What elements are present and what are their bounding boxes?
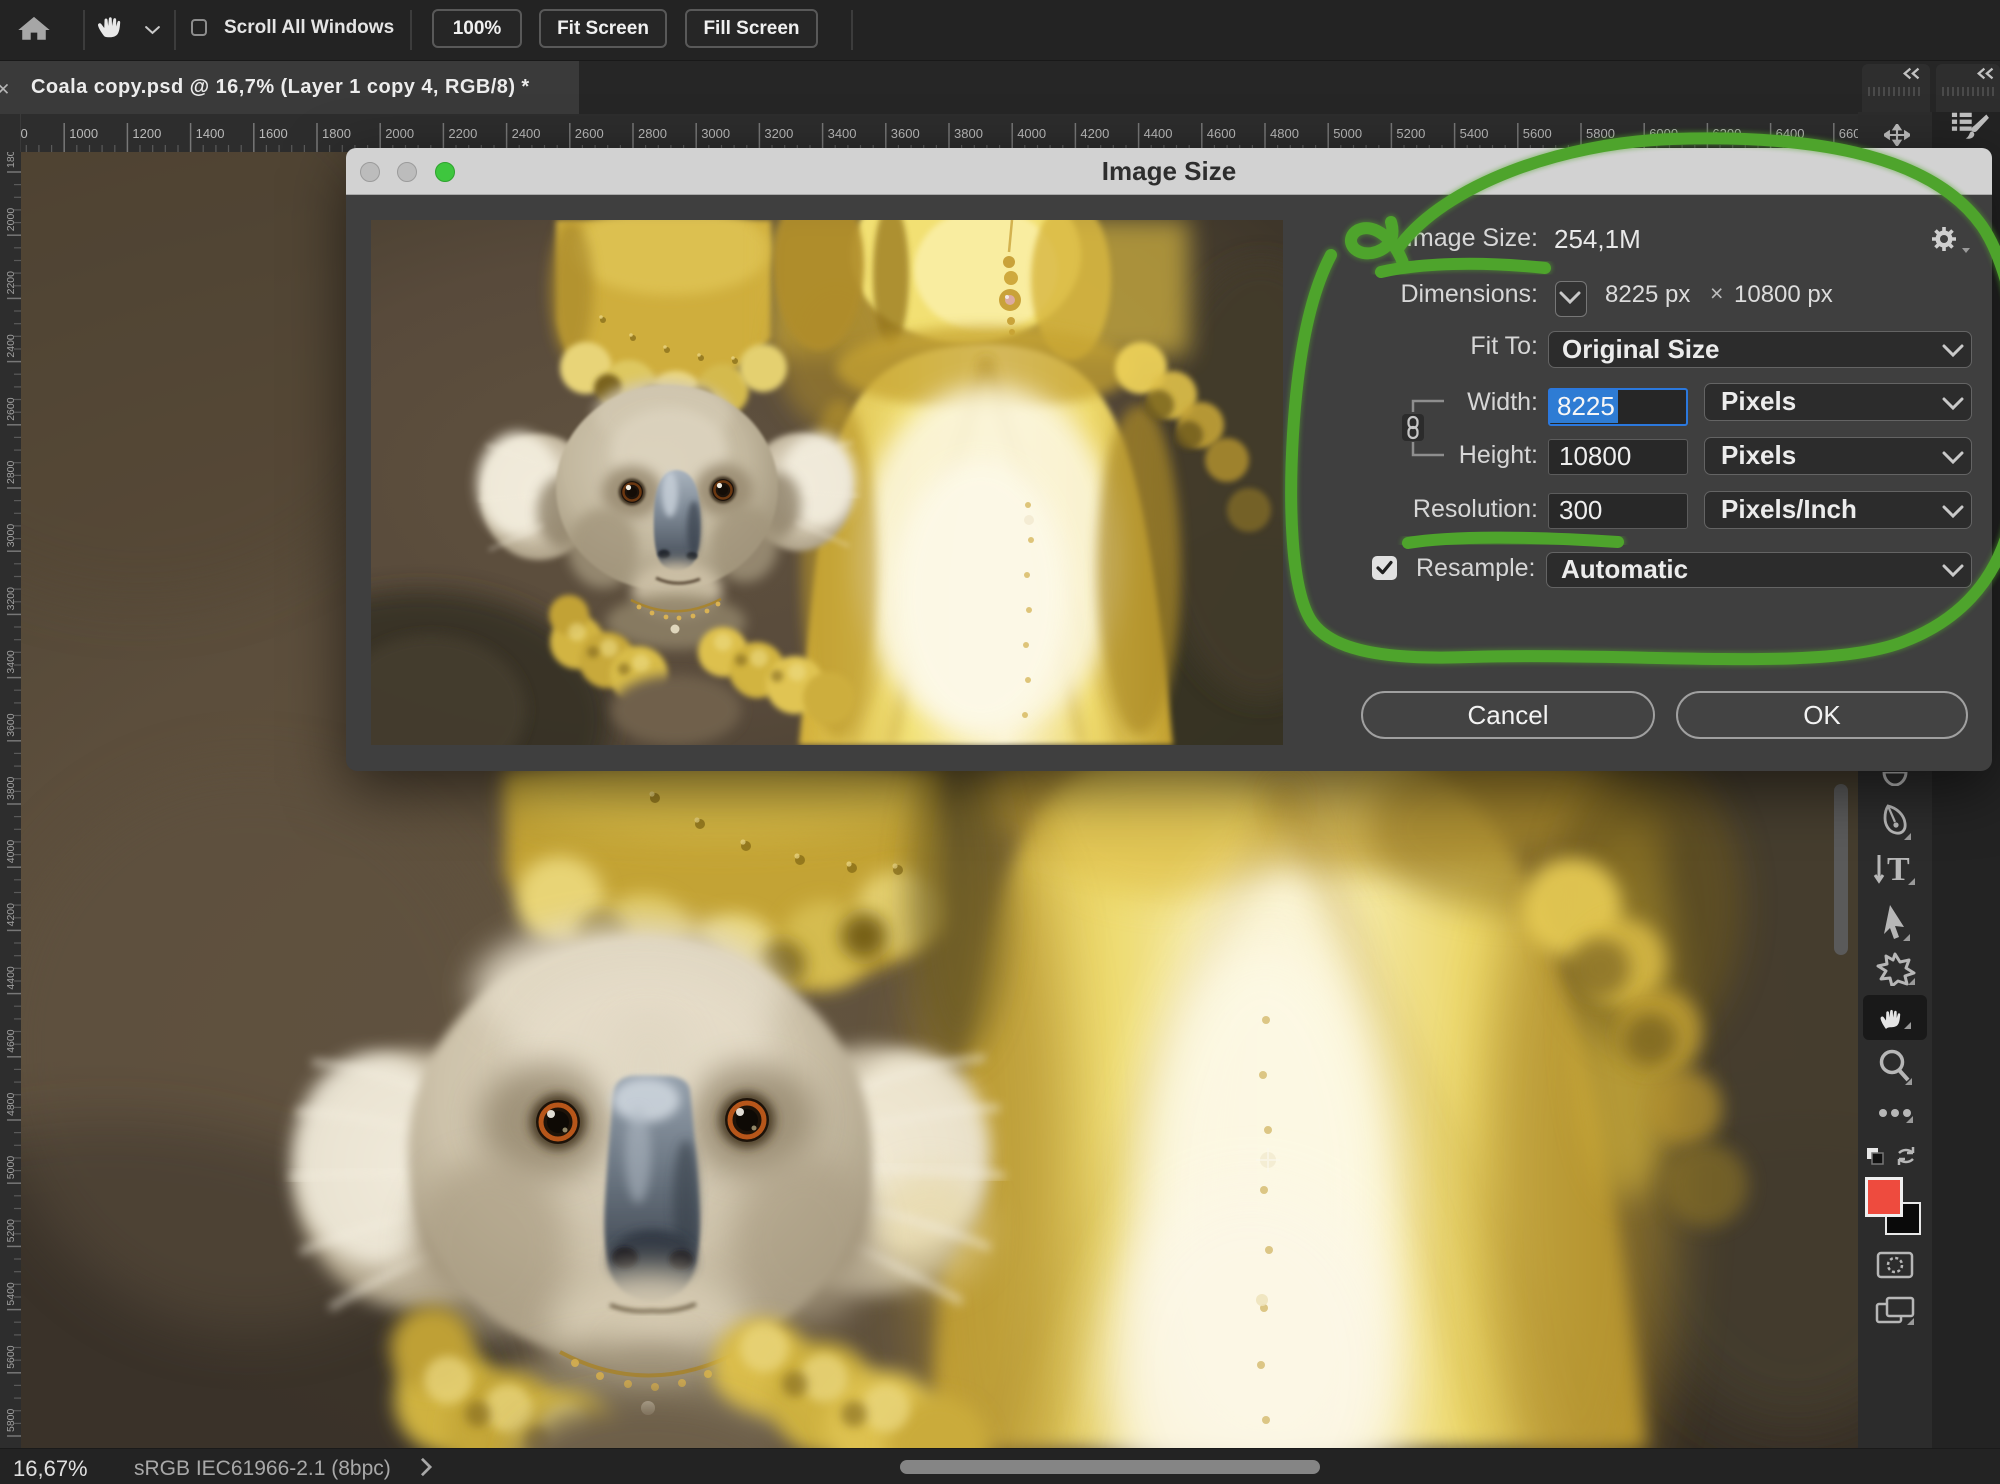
svg-text:4000: 4000 bbox=[5, 840, 17, 864]
svg-text:2000: 2000 bbox=[5, 208, 17, 232]
svg-text:4400: 4400 bbox=[5, 966, 17, 990]
svg-text:1600: 1600 bbox=[259, 126, 288, 141]
svg-text:4000: 4000 bbox=[1017, 126, 1046, 141]
svg-text:3800: 3800 bbox=[5, 776, 17, 800]
svg-text:4200: 4200 bbox=[1080, 126, 1109, 141]
svg-text:2600: 2600 bbox=[5, 397, 17, 421]
svg-text:5200: 5200 bbox=[1396, 126, 1425, 141]
svg-text:1800: 1800 bbox=[5, 152, 17, 168]
svg-text:2200: 2200 bbox=[448, 126, 477, 141]
svg-text:3200: 3200 bbox=[5, 587, 17, 611]
svg-text:3400: 3400 bbox=[5, 650, 17, 674]
svg-text:2800: 2800 bbox=[638, 126, 667, 141]
svg-text:3200: 3200 bbox=[764, 126, 793, 141]
svg-text:2800: 2800 bbox=[5, 460, 17, 484]
svg-text:6200: 6200 bbox=[1712, 126, 1741, 141]
svg-text:3600: 3600 bbox=[5, 713, 17, 737]
svg-text:1200: 1200 bbox=[132, 126, 161, 141]
svg-text:2400: 2400 bbox=[512, 126, 541, 141]
svg-text:4800: 4800 bbox=[1270, 126, 1299, 141]
svg-text:6400: 6400 bbox=[1776, 126, 1805, 141]
svg-text:5000: 5000 bbox=[5, 1156, 17, 1180]
svg-text:5800: 5800 bbox=[5, 1408, 17, 1432]
svg-text:1000: 1000 bbox=[69, 126, 98, 141]
svg-text:3400: 3400 bbox=[828, 126, 857, 141]
svg-text:5000: 5000 bbox=[1333, 126, 1362, 141]
svg-text:3000: 3000 bbox=[701, 126, 730, 141]
svg-text:4800: 4800 bbox=[5, 1092, 17, 1116]
svg-text:T: T bbox=[1887, 851, 1910, 887]
svg-text:2600: 2600 bbox=[575, 126, 604, 141]
svg-text:5400: 5400 bbox=[1460, 126, 1489, 141]
svg-text:2200: 2200 bbox=[5, 271, 17, 295]
svg-text:1400: 1400 bbox=[196, 126, 225, 141]
svg-text:4400: 4400 bbox=[1144, 126, 1173, 141]
svg-text:5600: 5600 bbox=[1523, 126, 1552, 141]
svg-text:1800: 1800 bbox=[322, 126, 351, 141]
svg-text:6000: 6000 bbox=[1649, 126, 1678, 141]
svg-text:3600: 3600 bbox=[891, 126, 920, 141]
svg-text:5600: 5600 bbox=[5, 1345, 17, 1369]
svg-text:4600: 4600 bbox=[5, 1029, 17, 1053]
svg-text:6600: 6600 bbox=[1839, 126, 1858, 141]
svg-text:4600: 4600 bbox=[1207, 126, 1236, 141]
svg-text:5200: 5200 bbox=[5, 1219, 17, 1243]
svg-text:2000: 2000 bbox=[385, 126, 414, 141]
svg-text:4200: 4200 bbox=[5, 903, 17, 927]
svg-text:5800: 5800 bbox=[1586, 126, 1615, 141]
svg-text:5400: 5400 bbox=[5, 1282, 17, 1306]
svg-text:3000: 3000 bbox=[5, 524, 17, 548]
svg-text:3800: 3800 bbox=[954, 126, 983, 141]
svg-text:2400: 2400 bbox=[5, 334, 17, 358]
